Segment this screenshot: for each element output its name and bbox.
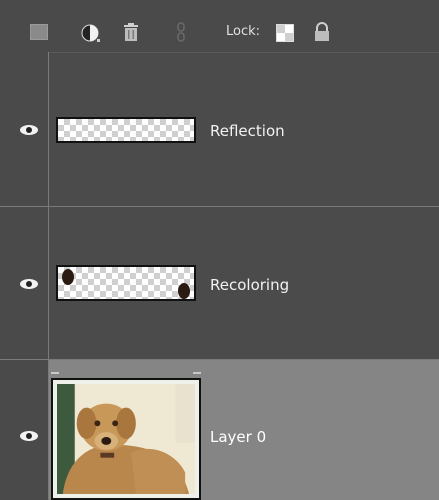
thumbnail-corner	[51, 372, 59, 374]
layer-row-recoloring[interactable]: Recoloring	[0, 207, 439, 360]
layer-thumbnail[interactable]	[51, 372, 201, 500]
layers-panel: Lock: Reflection Recoloring Layer 0	[0, 0, 439, 500]
lock-all-icon[interactable]	[312, 22, 332, 42]
layer-name[interactable]: Recoloring	[210, 276, 289, 294]
layer-row-reflection[interactable]: Reflection	[0, 52, 439, 207]
eye-icon[interactable]	[19, 430, 39, 442]
new-layer-icon[interactable]	[30, 24, 48, 40]
eye-icon[interactable]	[19, 124, 39, 136]
layer-thumbnail[interactable]	[56, 265, 196, 301]
eye-icon[interactable]	[19, 278, 39, 290]
adjustment-layer-icon[interactable]	[80, 23, 100, 43]
mask-spot	[178, 283, 190, 299]
trash-icon[interactable]	[122, 22, 140, 42]
lock-transparent-icon[interactable]	[276, 24, 294, 42]
link-icon[interactable]	[175, 22, 187, 42]
lock-label: Lock:	[226, 24, 261, 39]
thumbnail-corner	[193, 372, 201, 374]
layer-name[interactable]: Layer 0	[210, 428, 266, 446]
layer-thumbnail[interactable]	[56, 117, 196, 143]
layers-toolbar: Lock:	[0, 0, 439, 53]
layer-row-layer-0[interactable]: Layer 0	[0, 360, 439, 500]
layer-name[interactable]: Reflection	[210, 122, 285, 140]
mask-spot	[62, 269, 74, 285]
dog-photo-thumbnail	[57, 384, 195, 494]
